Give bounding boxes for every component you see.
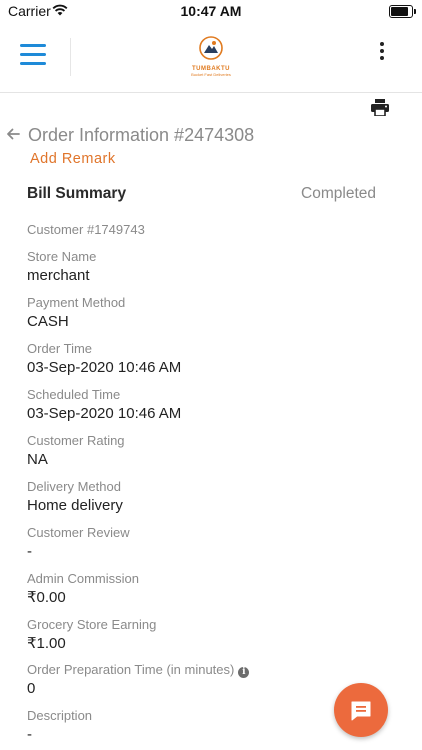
field-value: merchant — [27, 267, 90, 284]
field-label: Store Name — [27, 249, 97, 264]
field-label: Grocery Store Earning — [27, 617, 157, 632]
scheduled-time-field: Scheduled Time 03-Sep-2020 10:46 AM — [27, 386, 181, 423]
field-label: Customer Review — [27, 525, 130, 540]
store-earning-field: Grocery Store Earning ₹1.00 — [27, 616, 156, 653]
field-label: Delivery Method — [27, 479, 121, 494]
hamburger-menu-icon[interactable] — [20, 44, 46, 66]
field-value: ₹1.00 — [27, 635, 66, 652]
status-bar: Carrier 10:47 AM — [0, 0, 422, 24]
logo-tagline: Bucket Fast Deliveries — [191, 72, 231, 77]
field-label: Scheduled Time — [27, 387, 121, 402]
preparation-time-field: Order Preparation Time (in minutes) i 0 — [27, 661, 250, 698]
description-field: Description - — [27, 707, 92, 744]
order-status: Completed — [301, 185, 376, 202]
printer-icon[interactable] — [371, 99, 389, 116]
add-remark-link[interactable]: Add Remark — [30, 151, 116, 167]
field-label: Payment Method — [27, 295, 126, 310]
customer-review-field: Customer Review - — [27, 524, 130, 561]
header-divider — [70, 38, 71, 76]
field-value: 0 — [27, 680, 36, 697]
order-title: Order Information #2474308 — [28, 125, 255, 145]
field-value: NA — [27, 451, 48, 468]
chat-button[interactable] — [334, 683, 388, 737]
field-value: CASH — [27, 313, 69, 330]
delivery-method-field: Delivery Method Home delivery — [27, 478, 123, 515]
field-label: Customer Rating — [27, 433, 125, 448]
admin-commission-field: Admin Commission ₹0.00 — [27, 570, 139, 607]
more-vertical-icon[interactable] — [378, 42, 386, 64]
field-label: Description — [27, 708, 93, 723]
field-label: Order Time — [27, 341, 93, 356]
field-value: - — [27, 726, 32, 743]
field-value: 03-Sep-2020 10:46 AM — [27, 359, 182, 376]
field-value: ₹0.00 — [27, 589, 66, 606]
customer-id: Customer #1749743 — [27, 222, 145, 237]
payment-method-field: Payment Method CASH — [27, 294, 125, 331]
store-name-field: Store Name merchant — [27, 248, 96, 285]
field-value: 03-Sep-2020 10:46 AM — [27, 405, 182, 422]
customer-rating-field: Customer Rating NA — [27, 432, 125, 469]
logo-emblem-icon — [199, 36, 223, 60]
bill-summary-heading: Bill Summary — [27, 185, 127, 202]
back-arrow-icon[interactable] — [6, 127, 20, 141]
clock: 10:47 AM — [180, 3, 242, 19]
field-value: - — [27, 543, 32, 560]
app-logo: TUMBAKTU Bucket Fast Deliveries — [186, 36, 236, 80]
info-icon[interactable]: i — [238, 667, 250, 678]
field-label: Order Preparation Time (in minutes) — [27, 662, 235, 677]
field-value: Home delivery — [27, 497, 123, 514]
app-header: TUMBAKTU Bucket Fast Deliveries — [0, 24, 422, 93]
chat-icon — [351, 701, 371, 721]
field-label-row: Order Preparation Time (in minutes) i — [27, 661, 250, 678]
field-label: Admin Commission — [27, 571, 139, 586]
battery-icon — [389, 5, 416, 18]
order-time-field: Order Time 03-Sep-2020 10:46 AM — [27, 340, 181, 377]
